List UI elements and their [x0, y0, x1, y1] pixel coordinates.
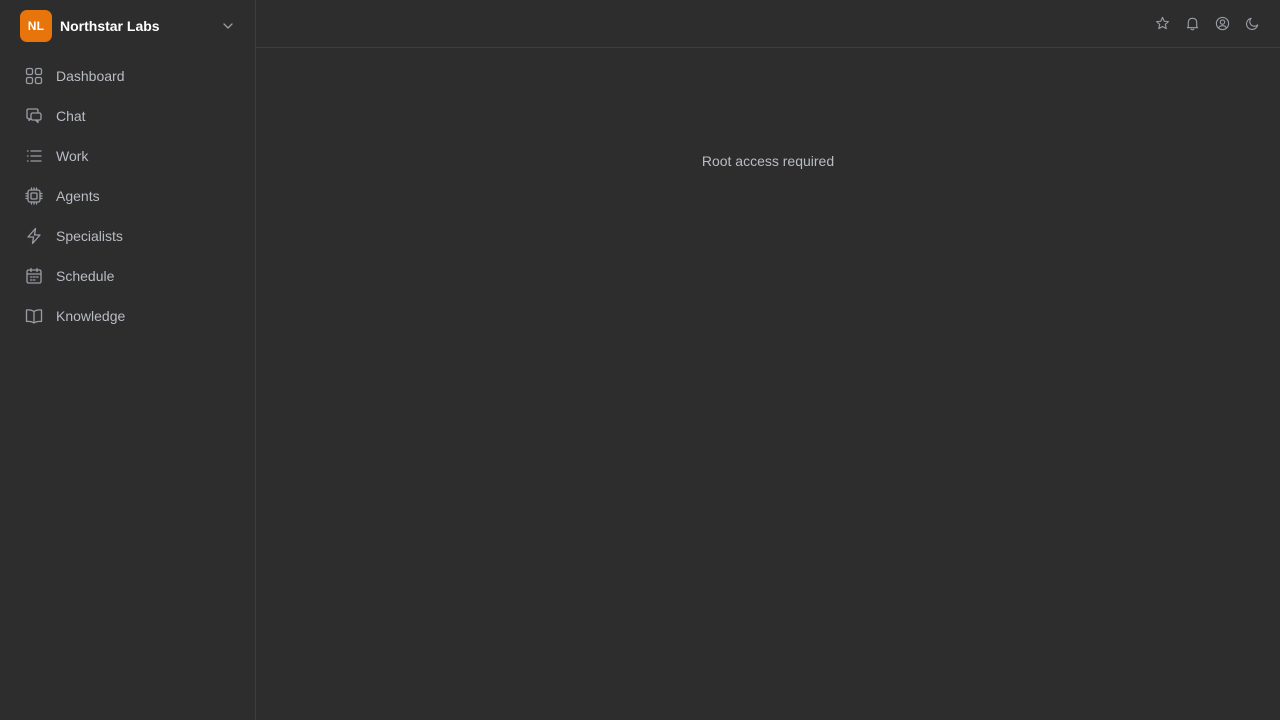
sidebar-item-label: Knowledge	[56, 308, 126, 324]
main-area: Root access required	[256, 0, 1280, 720]
org-name: Northstar Labs	[60, 18, 160, 34]
sidebar-item-specialists[interactable]: Specialists	[0, 216, 255, 256]
org-switcher[interactable]: NL Northstar Labs	[0, 0, 255, 52]
sidebar-nav: Dashboard Chat Work Agents Specialists S…	[0, 56, 255, 336]
sidebar-item-label: Work	[56, 148, 89, 164]
cpu-chip-icon	[24, 186, 44, 206]
bell-icon[interactable]	[1182, 14, 1202, 34]
star-icon[interactable]	[1152, 14, 1172, 34]
sidebar-item-label: Specialists	[56, 228, 123, 244]
moon-icon[interactable]	[1242, 14, 1262, 34]
sidebar-item-label: Schedule	[56, 268, 115, 284]
sidebar-item-label: Dashboard	[56, 68, 125, 84]
access-message: Root access required	[701, 153, 835, 169]
sidebar-item-schedule[interactable]: Schedule	[0, 256, 255, 296]
sidebar-item-agents[interactable]: Agents	[0, 176, 255, 216]
app-shell: NL Northstar Labs Dashboard Chat Work Ag…	[0, 0, 1280, 720]
dashboard-grid-icon	[24, 66, 44, 86]
sidebar-item-label: Agents	[56, 188, 100, 204]
chevron-down-icon[interactable]	[221, 19, 235, 33]
chat-bubbles-icon	[24, 106, 44, 126]
main-content: Root access required	[256, 48, 1280, 720]
lightning-bolt-icon	[24, 226, 44, 246]
book-open-icon	[24, 306, 44, 326]
user-circle-icon[interactable]	[1212, 14, 1232, 34]
top-bar	[256, 0, 1280, 48]
sidebar-item-dashboard[interactable]: Dashboard	[0, 56, 255, 96]
sidebar-item-label: Chat	[56, 108, 86, 124]
list-icon	[24, 146, 44, 166]
calendar-icon	[24, 266, 44, 286]
sidebar: NL Northstar Labs Dashboard Chat Work Ag…	[0, 0, 256, 720]
sidebar-item-chat[interactable]: Chat	[0, 96, 255, 136]
sidebar-item-knowledge[interactable]: Knowledge	[0, 296, 255, 336]
sidebar-item-work[interactable]: Work	[0, 136, 255, 176]
org-avatar: NL	[20, 10, 52, 42]
